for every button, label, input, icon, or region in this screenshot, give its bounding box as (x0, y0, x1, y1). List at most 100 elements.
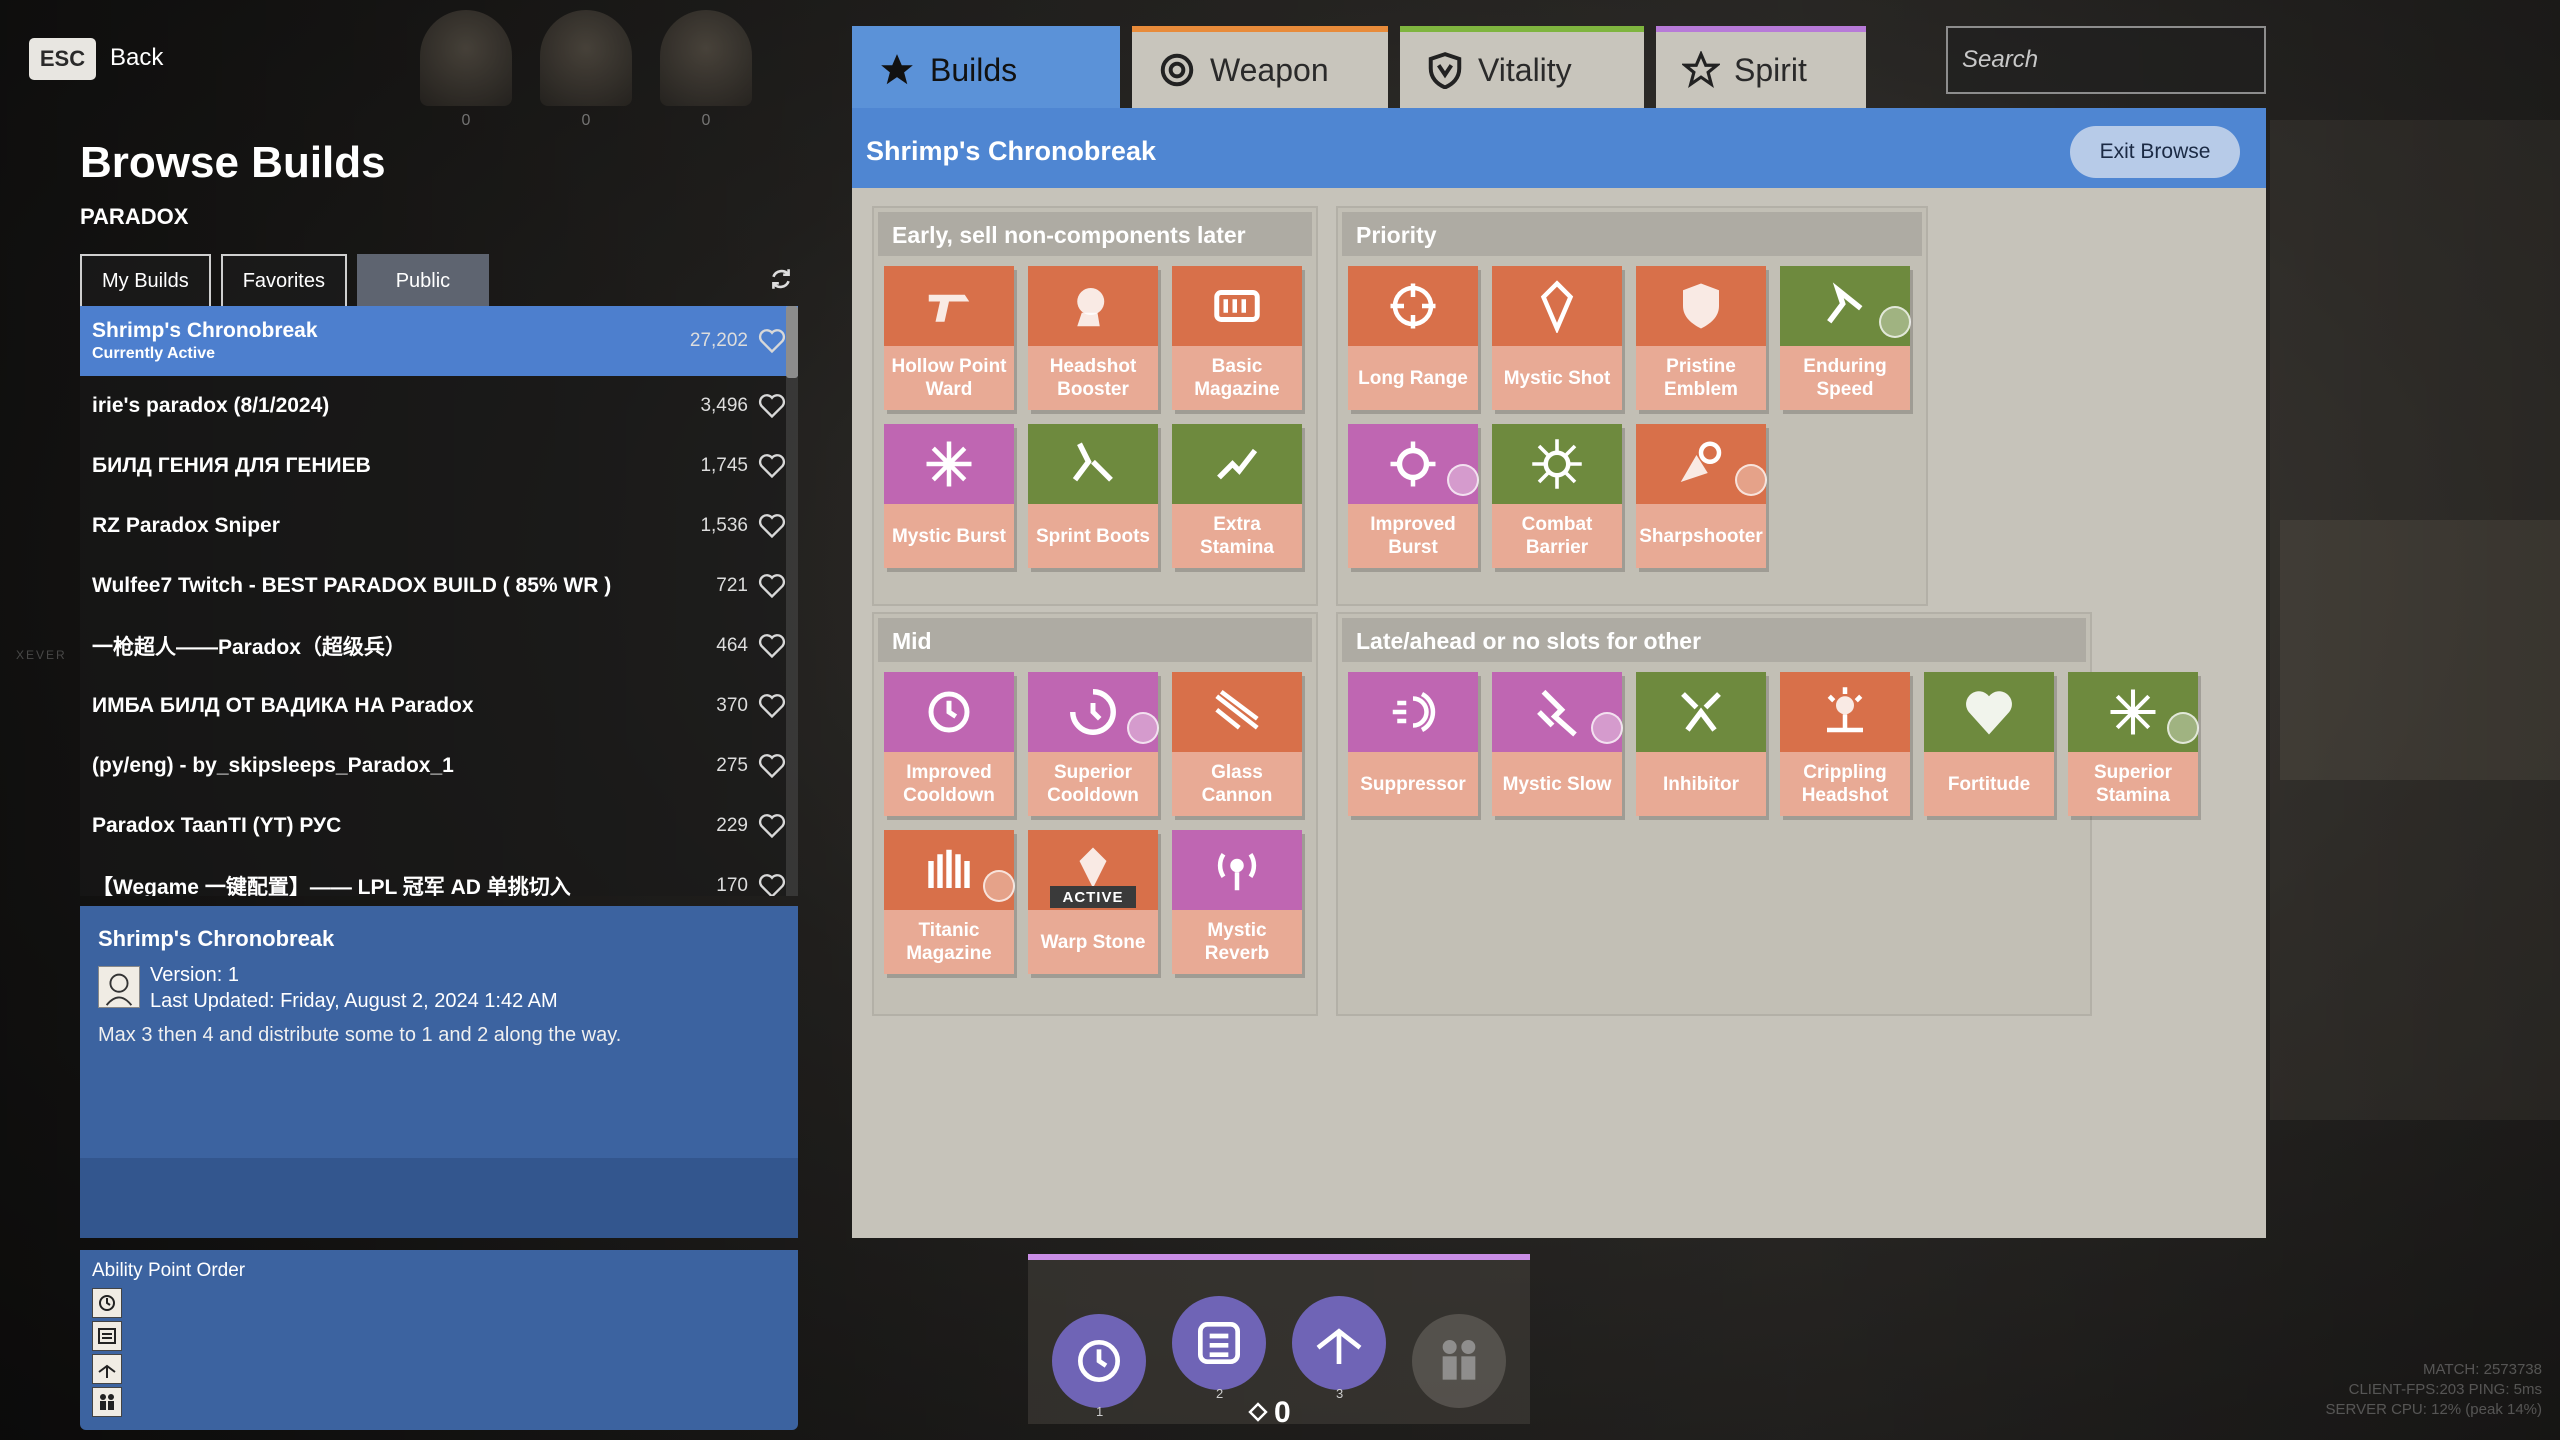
build-row[interactable]: БИЛД ГЕНИЯ ДЛЯ ГЕНИЕВ 1,745 (80, 436, 798, 496)
shop-item[interactable]: Combat Barrier (1492, 424, 1622, 568)
ability-slot-2[interactable] (1172, 1296, 1266, 1390)
build-name: 一枪超人——Paradox（超级兵） (92, 636, 406, 659)
mystic-shot-icon (1540, 280, 1574, 333)
search-input[interactable] (1962, 46, 2277, 74)
tab-label: Builds (930, 51, 1018, 88)
speed-icon (1827, 282, 1863, 324)
tab-my-builds[interactable]: My Builds (80, 254, 211, 306)
heart-icon[interactable] (758, 873, 786, 896)
boots-icon (1072, 442, 1113, 482)
shop-item[interactable]: Mystic Reverb (1172, 830, 1302, 974)
back-button[interactable]: Back (110, 44, 163, 72)
shop-item[interactable]: Sharpshooter (1636, 424, 1767, 568)
shop-item[interactable]: Superior Cooldown (1028, 672, 1159, 816)
ability-slot-3[interactable] (1292, 1296, 1386, 1390)
shop-item[interactable]: Sprint Boots (1028, 424, 1158, 568)
shop-item[interactable]: Crippling Headshot (1780, 672, 1910, 816)
item-group: Early, sell non-components later Hollow … (872, 206, 1318, 606)
tab-weapon[interactable]: Weapon (1132, 26, 1388, 108)
refresh-icon[interactable] (768, 266, 794, 292)
build-row[interactable]: RZ Paradox Sniper 1,536 (80, 496, 798, 556)
exit-browse-button[interactable]: Exit Browse (2070, 126, 2240, 178)
page-title: Browse Builds (80, 138, 386, 187)
build-row[interactable]: Paradox TaanTI (YT) РУС 229 (80, 796, 798, 856)
shop-item[interactable]: Headshot Booster (1028, 266, 1158, 410)
build-name: irie's paradox (8/1/2024) (92, 394, 330, 417)
favorite-count: 464 (716, 635, 748, 656)
tab-builds[interactable]: Builds (852, 26, 1120, 108)
build-row[interactable]: ИМБА БИЛД ОТ ВАДИКА НА Paradox 370 (80, 676, 798, 736)
shop-item[interactable]: Pristine Emblem (1636, 266, 1766, 410)
box-icon (1198, 1322, 1240, 1364)
tab-public[interactable]: Public (356, 254, 489, 306)
heart-icon[interactable] (758, 633, 786, 659)
build-list: Shrimp's Chronobreak Currently Active 27,… (80, 306, 798, 896)
sharpshooter-icon (1680, 441, 1722, 482)
build-row[interactable]: Shrimp's Chronobreak Currently Active 27,… (80, 306, 798, 376)
build-row[interactable]: 【Wegame 一键配置】—— LPL 冠军 AD 单挑切入 170 (80, 856, 798, 896)
build-name: 【Wegame 一键配置】—— LPL 冠军 AD 单挑切入 (92, 876, 571, 896)
build-name: ИМБА БИЛД ОТ ВАДИКА НА Paradox (92, 694, 474, 717)
heart-icon[interactable] (758, 573, 786, 599)
shop-item[interactable]: Hollow Point Ward (884, 266, 1014, 410)
build-row[interactable]: Wulfee7 Twitch - BEST PARADOX BUILD ( 85… (80, 556, 798, 616)
esc-key[interactable]: ESC (29, 38, 96, 80)
upgrade-badge (1735, 464, 1767, 496)
magazine-icon (1214, 290, 1260, 322)
ability-number: 1 (1096, 1404, 1104, 1419)
build-list-scrollbar[interactable] (786, 306, 798, 896)
shop-item[interactable]: Extra Stamina (1172, 424, 1302, 568)
build-row[interactable]: 一枪超人——Paradox（超级兵） 464 (80, 616, 798, 676)
build-name: Shrimp's Chronobreak Currently Active (92, 319, 658, 363)
shop-item[interactable]: ACTIVE Warp Stone (1028, 830, 1158, 974)
weapon-icon (1160, 53, 1194, 87)
tab-spirit[interactable]: Spirit (1656, 26, 1866, 108)
shop-item[interactable]: Fortitude (1924, 672, 2054, 816)
group-title: Early, sell non-components later (878, 212, 1312, 256)
heart-icon[interactable] (758, 453, 786, 479)
ability-slot-1[interactable] (1052, 1314, 1146, 1408)
heart-icon[interactable] (758, 753, 786, 779)
ability-point-icon (1248, 1402, 1268, 1422)
shop-item[interactable]: Enduring Speed (1780, 266, 1911, 410)
shop-item[interactable]: Titanic Magazine (884, 830, 1015, 974)
scrollbar-thumb[interactable] (786, 306, 798, 378)
hero-portraits: 0 0 0 (420, 10, 752, 130)
ability-slot-4[interactable] (1412, 1314, 1506, 1408)
heart-icon[interactable] (758, 513, 786, 539)
shop-item[interactable]: Mystic Shot (1492, 266, 1622, 410)
pistol-icon (928, 294, 970, 322)
head-icon (1077, 288, 1105, 327)
build-name: Paradox TaanTI (YT) РУС (92, 814, 342, 837)
build-row[interactable]: (py/eng) - by_skipsleeps_Paradox_1 275 (80, 736, 798, 796)
detail-version: Version: 1 (150, 964, 239, 986)
fortitude-heart-icon (1966, 691, 2012, 735)
shop-item[interactable]: Mystic Burst (884, 424, 1014, 568)
superior-stamina-icon (2110, 689, 2156, 735)
suppressor-icon (1392, 692, 1436, 732)
shop-item[interactable]: Glass Cannon (1172, 672, 1302, 816)
shop-item[interactable]: Basic Magazine (1172, 266, 1302, 410)
heart-icon[interactable] (758, 393, 786, 419)
reverb-icon (1217, 853, 1257, 891)
heart-icon[interactable] (758, 328, 786, 354)
shop-item[interactable]: Suppressor (1348, 672, 1478, 816)
heart-icon[interactable] (758, 693, 786, 719)
side-watermark: XEVER (16, 648, 67, 662)
upgrade-badge (1591, 712, 1623, 744)
build-name: (py/eng) - by_skipsleeps_Paradox_1 (92, 754, 454, 777)
tab-favorites[interactable]: Favorites (220, 254, 347, 306)
shop-item[interactable]: Mystic Slow (1492, 672, 1623, 816)
shop-item[interactable]: Improved Cooldown (884, 672, 1014, 816)
tab-label: Spirit (1734, 51, 1807, 88)
shop-item[interactable]: Inhibitor (1636, 672, 1766, 816)
shop-item[interactable]: Long Range (1348, 266, 1478, 410)
shop-item[interactable]: Improved Burst (1348, 424, 1479, 568)
group-title: Late/ahead or no slots for other (1342, 618, 2086, 662)
ability-number: 3 (1336, 1386, 1344, 1401)
shop-item[interactable]: Superior Stamina (2068, 672, 2199, 816)
build-row[interactable]: irie's paradox (8/1/2024) 3,496 (80, 376, 798, 436)
heart-icon[interactable] (758, 813, 786, 839)
superior-cooldown-icon (1070, 689, 1116, 735)
tab-vitality[interactable]: Vitality (1400, 26, 1644, 108)
